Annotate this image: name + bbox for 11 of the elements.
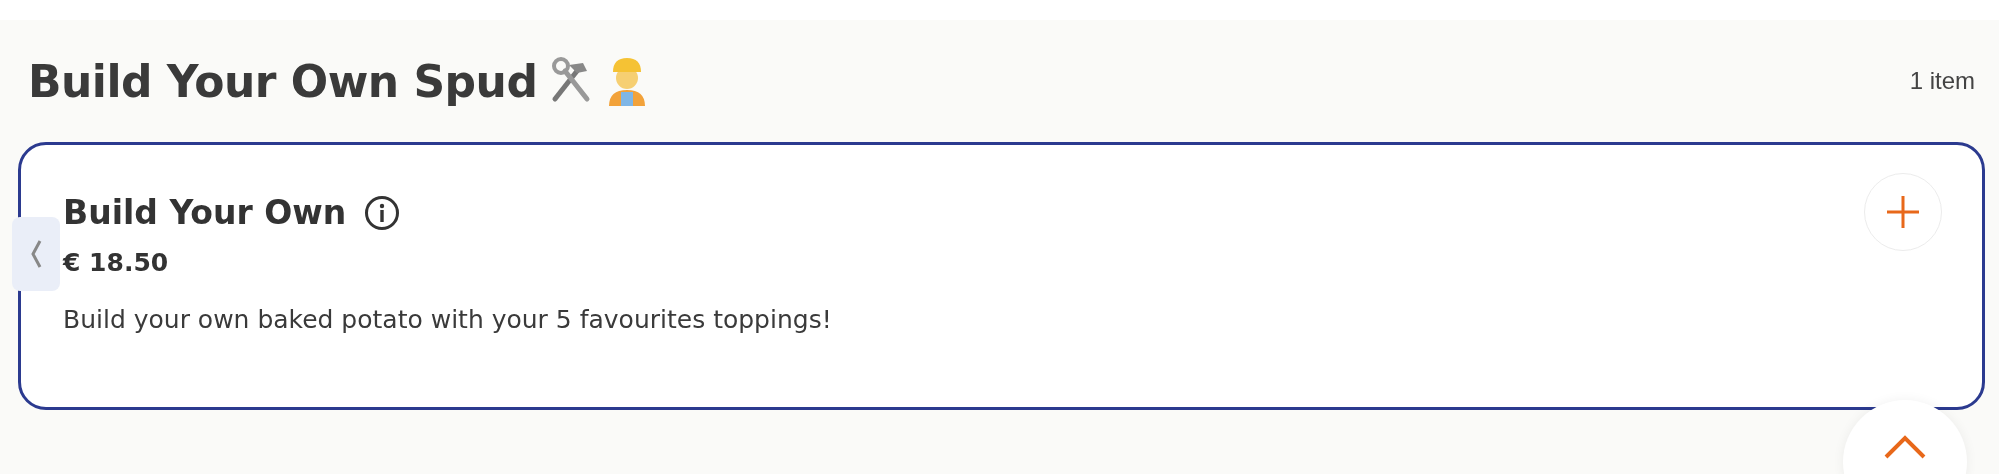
info-icon[interactable] — [364, 194, 401, 231]
item-count: 1 item — [1909, 67, 1975, 95]
plus-icon — [1885, 194, 1921, 230]
collapse-tab[interactable] — [12, 217, 60, 291]
item-description: Build your own baked potato with your 5 favourites toppings! — [63, 305, 832, 334]
section-title: Build Your Own Spud — [28, 55, 538, 107]
chevron-left-icon — [29, 239, 43, 269]
menu-item-card[interactable]: Build Your Own € 18.50 Build your own baked potato with your 5 favourites toppings! — [18, 142, 1985, 410]
item-price: € 18.50 — [63, 248, 170, 277]
chevron-up-icon — [1883, 434, 1927, 460]
item-name: Build Your Own — [63, 193, 347, 232]
